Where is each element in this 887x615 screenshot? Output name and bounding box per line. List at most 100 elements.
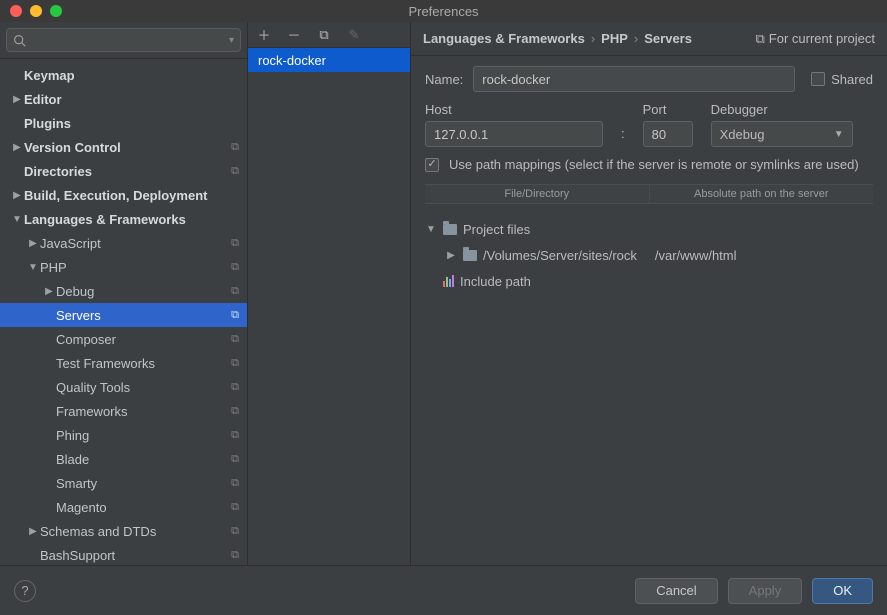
settings-sidebar: ▾ Keymap▶EditorPlugins▶Version Control⧉D… <box>0 22 248 565</box>
host-port-colon: : <box>621 126 625 147</box>
sidebar-item-debug[interactable]: ▶Debug⧉ <box>0 279 247 303</box>
sidebar-item-label: JavaScript <box>40 236 101 251</box>
sidebar-item-plugins[interactable]: Plugins <box>0 111 247 135</box>
project-scope-icon: ⧉ <box>231 237 239 250</box>
project-scope-icon: ⧉ <box>231 453 239 466</box>
add-icon[interactable]: ＋ <box>256 25 272 44</box>
servers-toolbar: ＋ － ⧉ ✎ <box>248 22 410 48</box>
sidebar-item-keymap[interactable]: Keymap <box>0 63 247 87</box>
chevron-right-icon: › <box>634 31 638 46</box>
breadcrumb-item[interactable]: PHP <box>601 31 628 46</box>
server-item-rock-docker[interactable]: rock-docker <box>248 48 410 72</box>
sidebar-item-quality-tools[interactable]: Quality Tools⧉ <box>0 375 247 399</box>
sidebar-item-label: Phing <box>56 428 89 443</box>
sidebar-item-schemas-and-dtds[interactable]: ▶Schemas and DTDs⧉ <box>0 519 247 543</box>
sidebar-item-php[interactable]: ▼PHP ⧉ <box>0 255 247 279</box>
titlebar: Preferences <box>0 0 887 22</box>
name-input[interactable] <box>473 66 795 92</box>
local-path: /Volumes/Server/sites/rock <box>483 248 637 263</box>
sidebar-item-javascript[interactable]: ▶JavaScript ⧉ <box>0 231 247 255</box>
ok-button[interactable]: OK <box>812 578 873 604</box>
path-mappings-checkbox[interactable] <box>425 158 439 172</box>
sidebar-item-version-control[interactable]: ▶Version Control⧉ <box>0 135 247 159</box>
sidebar-item-label: Magento <box>56 500 107 515</box>
sidebar-item-label: Servers <box>56 308 101 323</box>
sidebar-item-servers[interactable]: Servers⧉ <box>0 303 247 327</box>
chevron-down-icon: ▼ <box>26 262 40 273</box>
sidebar-item-label: Schemas and DTDs <box>40 524 156 539</box>
sidebar-item-label: PHP <box>40 260 67 275</box>
cancel-button[interactable]: Cancel <box>635 578 717 604</box>
sidebar-item-editor[interactable]: ▶Editor <box>0 87 247 111</box>
project-scope-icon: ⧉ <box>231 549 239 562</box>
project-scope-icon: ⧉ <box>231 429 239 442</box>
column-absolute-path: Absolute path on the server <box>649 185 874 203</box>
sidebar-item-label: Keymap <box>24 68 75 83</box>
copy-icon: ⧉ <box>756 31 765 47</box>
sidebar-item-test-frameworks[interactable]: Test Frameworks ⧉ <box>0 351 247 375</box>
copy-icon[interactable]: ⧉ <box>316 27 332 43</box>
sidebar-item-label: Plugins <box>24 116 71 131</box>
sidebar-item-label: Debug <box>56 284 94 299</box>
sidebar-item-label: Editor <box>24 92 62 107</box>
project-scope-badge: ⧉ For current project <box>756 31 876 47</box>
edit-icon[interactable]: ✎ <box>346 27 362 43</box>
sidebar-item-composer[interactable]: Composer⧉ <box>0 327 247 351</box>
debugger-select[interactable]: Xdebug ▼ <box>711 121 853 147</box>
tree-row-mapping[interactable]: ▶ /Volumes/Server/sites/rock /var/www/ht… <box>425 242 873 268</box>
path-mappings-label: Use path mappings (select if the server … <box>449 157 859 172</box>
project-scope-icon: ⧉ <box>231 165 239 178</box>
tree-row-include-path[interactable]: Include path <box>425 268 873 294</box>
breadcrumb-item[interactable]: Languages & Frameworks <box>423 31 585 46</box>
project-scope-label: For current project <box>769 31 875 46</box>
sidebar-item-label: Smarty <box>56 476 97 491</box>
sidebar-item-blade[interactable]: Blade ⧉ <box>0 447 247 471</box>
project-scope-icon: ⧉ <box>231 405 239 418</box>
sidebar-item-bashsupport[interactable]: BashSupport ⧉ <box>0 543 247 565</box>
sidebar-item-label: Frameworks <box>56 404 128 419</box>
sidebar-item-build-execution-deployment[interactable]: ▶Build, Execution, Deployment <box>0 183 247 207</box>
servers-panel: ＋ － ⧉ ✎ rock-docker <box>248 22 411 565</box>
breadcrumb: Languages & Frameworks › PHP › Servers ⧉… <box>411 22 887 56</box>
project-scope-icon: ⧉ <box>231 525 239 538</box>
sidebar-item-label: Languages & Frameworks <box>24 212 186 227</box>
settings-search[interactable]: ▾ <box>6 28 241 52</box>
sidebar-item-magento[interactable]: Magento⧉ <box>0 495 247 519</box>
sidebar-item-label: Build, Execution, Deployment <box>24 188 207 203</box>
shared-checkbox[interactable] <box>811 72 825 86</box>
apply-button[interactable]: Apply <box>728 578 803 604</box>
chevron-down-icon: ▾ <box>229 35 234 46</box>
settings-content: Languages & Frameworks › PHP › Servers ⧉… <box>411 22 887 565</box>
port-input[interactable] <box>643 121 693 147</box>
sidebar-item-smarty[interactable]: Smarty⧉ <box>0 471 247 495</box>
chevron-down-icon: ▼ <box>425 224 437 235</box>
sidebar-item-frameworks[interactable]: Frameworks ⧉ <box>0 399 247 423</box>
chevron-right-icon: ▶ <box>10 94 24 105</box>
chevron-right-icon: ▶ <box>26 238 40 249</box>
sidebar-item-phing[interactable]: Phing ⧉ <box>0 423 247 447</box>
search-input[interactable] <box>30 33 229 48</box>
include-path-label: Include path <box>460 274 531 289</box>
sidebar-item-label: Directories <box>24 164 92 179</box>
remote-path[interactable]: /var/www/html <box>655 248 737 263</box>
server-item-label: rock-docker <box>258 53 326 68</box>
servers-list: rock-docker <box>248 48 410 565</box>
sidebar-item-languages-frameworks[interactable]: ▼Languages & Frameworks <box>0 207 247 231</box>
remove-icon[interactable]: － <box>286 25 302 44</box>
sidebar-item-label: Test Frameworks <box>56 356 155 371</box>
project-scope-icon: ⧉ <box>231 261 239 274</box>
host-input[interactable] <box>425 121 603 147</box>
sidebar-item-label: BashSupport <box>40 548 115 563</box>
mappings-header: File/Directory Absolute path on the serv… <box>425 184 873 204</box>
sidebar-item-label: Version Control <box>24 140 121 155</box>
sidebar-item-label: Blade <box>56 452 89 467</box>
project-scope-icon: ⧉ <box>231 357 239 370</box>
tree-row-project-files[interactable]: ▼ Project files <box>425 216 873 242</box>
shared-label: Shared <box>831 72 873 87</box>
sidebar-item-directories[interactable]: Directories ⧉ <box>0 159 247 183</box>
sidebar-item-label: Quality Tools <box>56 380 130 395</box>
help-button[interactable]: ? <box>14 580 36 602</box>
project-scope-icon: ⧉ <box>231 141 239 154</box>
folder-icon <box>443 224 457 235</box>
window-title: Preferences <box>0 4 887 19</box>
